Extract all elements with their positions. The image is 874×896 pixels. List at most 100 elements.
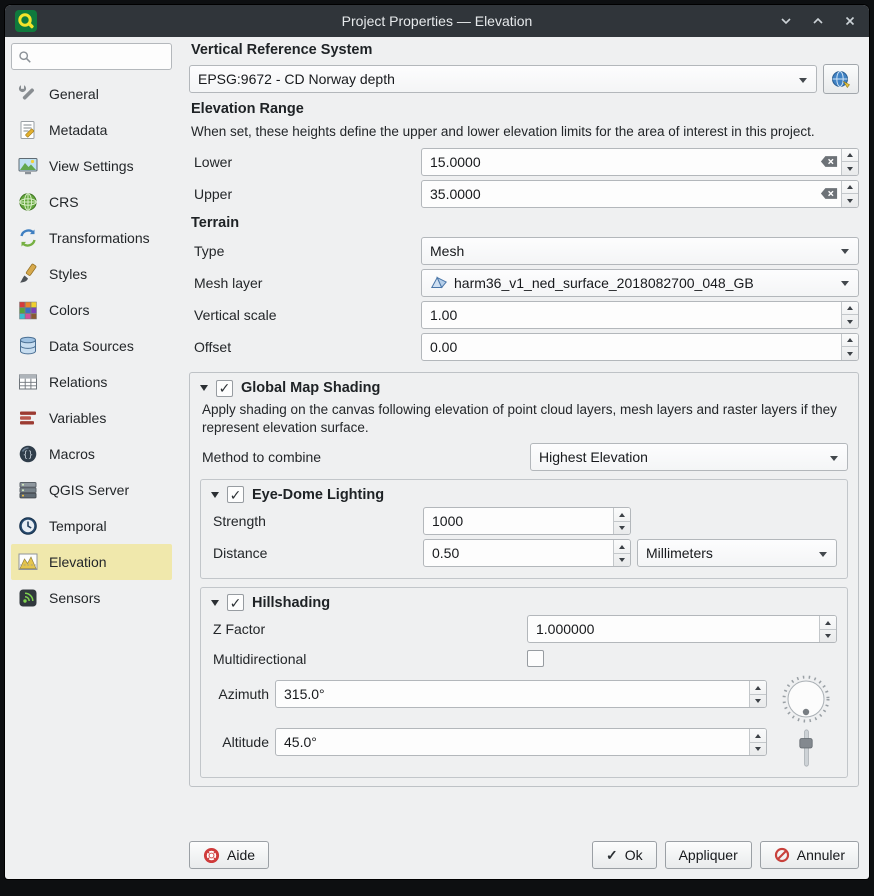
crs-globe-icon xyxy=(16,190,40,214)
search-input[interactable] xyxy=(37,49,165,64)
altitude-spinbox[interactable] xyxy=(275,728,767,756)
vrs-heading: Vertical Reference System xyxy=(191,42,859,58)
sidebar-item-label: Colors xyxy=(49,302,89,318)
sidebar-search[interactable] xyxy=(11,43,172,70)
vertical-scale-spinbox[interactable] xyxy=(421,301,859,329)
vrs-combo[interactable]: EPSG:9672 - CD Norway depth xyxy=(189,65,817,93)
offset-input[interactable] xyxy=(422,334,841,360)
collapse-arrow-icon[interactable] xyxy=(211,600,219,606)
distance-step-down[interactable] xyxy=(614,554,630,567)
lower-clear-button[interactable] xyxy=(817,149,841,175)
sidebar-item-general[interactable]: General xyxy=(11,76,172,112)
window-close-button[interactable] xyxy=(841,12,859,30)
lower-step-down[interactable] xyxy=(842,162,858,175)
upper-input[interactable] xyxy=(422,181,817,207)
ok-button[interactable]: ✓ Ok xyxy=(592,841,657,869)
distance-step-up[interactable] xyxy=(614,540,630,554)
azimuth-step-down[interactable] xyxy=(750,695,766,708)
offset-step-up[interactable] xyxy=(842,334,858,348)
altitude-step-down[interactable] xyxy=(750,743,766,756)
method-to-combine-combo[interactable]: Highest Elevation xyxy=(530,443,848,471)
azimuth-input[interactable] xyxy=(276,681,749,707)
terrain-type-combo[interactable]: Mesh xyxy=(421,237,859,265)
vertical-scale-label: Vertical scale xyxy=(189,307,421,323)
upper-step-down[interactable] xyxy=(842,194,858,207)
distance-unit-combo[interactable]: Millimeters xyxy=(637,539,837,567)
sidebar-item-transformations[interactable]: Transformations xyxy=(11,220,172,256)
strength-step-up[interactable] xyxy=(614,508,630,522)
azimuth-spinbox[interactable] xyxy=(275,680,767,708)
check-icon: ✓ xyxy=(606,848,618,862)
collapse-arrow-icon[interactable] xyxy=(200,385,208,391)
z-factor-spinbox[interactable] xyxy=(527,615,837,643)
view-settings-icon xyxy=(16,154,40,178)
terrain-type-value: Mesh xyxy=(430,243,464,259)
chevron-up-icon xyxy=(810,13,826,29)
z-factor-step-up[interactable] xyxy=(820,616,836,630)
sidebar-item-variables[interactable]: Variables xyxy=(11,400,172,436)
lower-step-up[interactable] xyxy=(842,149,858,163)
sidebar-item-sensors[interactable]: Sensors xyxy=(11,580,172,616)
distance-spinbox[interactable] xyxy=(423,539,631,567)
vertical-scale-step-up[interactable] xyxy=(842,302,858,316)
elevation-range-heading: Elevation Range xyxy=(191,101,859,117)
sidebar-item-elevation[interactable]: Elevation xyxy=(11,544,172,580)
apply-button-label: Appliquer xyxy=(679,847,738,863)
strength-step-down[interactable] xyxy=(614,522,630,535)
sidebar-item-relations[interactable]: Relations xyxy=(11,364,172,400)
azimuth-step-up[interactable] xyxy=(750,681,766,695)
sidebar-item-crs[interactable]: CRS xyxy=(11,184,172,220)
sidebar-item-data-sources[interactable]: Data Sources xyxy=(11,328,172,364)
altitude-input[interactable] xyxy=(276,729,749,755)
sidebar-item-styles[interactable]: Styles xyxy=(11,256,172,292)
global-map-shading-checkbox[interactable]: ✓ xyxy=(216,380,233,397)
lower-spinbox[interactable] xyxy=(421,148,859,176)
strength-spinbox[interactable] xyxy=(423,507,631,535)
sidebar-item-view-settings[interactable]: View Settings xyxy=(11,148,172,184)
apply-button[interactable]: Appliquer xyxy=(665,841,752,869)
terrain-heading: Terrain xyxy=(191,215,859,231)
distance-input[interactable] xyxy=(424,540,613,566)
mesh-layer-label: Mesh layer xyxy=(189,275,421,291)
lower-label: Lower xyxy=(189,154,421,170)
svg-text:{}: {} xyxy=(23,451,33,461)
database-icon xyxy=(16,334,40,358)
method-to-combine-value: Highest Elevation xyxy=(539,449,648,465)
eye-dome-lighting-checkbox[interactable]: ✓ xyxy=(227,486,244,503)
multidirectional-checkbox[interactable] xyxy=(527,650,544,667)
z-factor-step-down[interactable] xyxy=(820,630,836,643)
sidebar-item-label: Transformations xyxy=(49,230,150,246)
help-button[interactable]: Aide xyxy=(189,841,269,869)
sidebar-item-temporal[interactable]: Temporal xyxy=(11,508,172,544)
collapse-arrow-icon[interactable] xyxy=(211,492,219,498)
vertical-scale-input[interactable] xyxy=(422,302,841,328)
window-maximize-button[interactable] xyxy=(809,12,827,30)
strength-input[interactable] xyxy=(424,508,613,534)
sidebar-item-label: QGIS Server xyxy=(49,482,129,498)
sidebar-item-colors[interactable]: Colors xyxy=(11,292,172,328)
cancel-button[interactable]: Annuler xyxy=(760,841,859,869)
mesh-layer-combo[interactable]: harm36_v1_ned_surface_2018082700_048_GB xyxy=(421,269,859,297)
azimuth-dial[interactable] xyxy=(780,673,832,725)
altitude-slider[interactable] xyxy=(795,728,817,770)
sidebar-item-macros[interactable]: {} Macros xyxy=(11,436,172,472)
ok-button-label: Ok xyxy=(625,847,643,863)
mesh-layer-value: harm36_v1_ned_surface_2018082700_048_GB xyxy=(454,275,754,291)
altitude-step-up[interactable] xyxy=(750,729,766,743)
offset-step-down[interactable] xyxy=(842,347,858,360)
window-minimize-button[interactable] xyxy=(777,12,795,30)
lower-input[interactable] xyxy=(422,149,817,175)
sidebar-item-qgis-server[interactable]: QGIS Server xyxy=(11,472,172,508)
z-factor-input[interactable] xyxy=(528,616,819,642)
vertical-scale-step-down[interactable] xyxy=(842,315,858,328)
hillshading-checkbox[interactable]: ✓ xyxy=(227,594,244,611)
offset-spinbox[interactable] xyxy=(421,333,859,361)
upper-clear-button[interactable] xyxy=(817,181,841,207)
upper-step-up[interactable] xyxy=(842,181,858,195)
sidebar-item-label: CRS xyxy=(49,194,79,210)
elevation-range-description: When set, these heights define the upper… xyxy=(191,123,857,141)
sidebar-item-metadata[interactable]: Metadata xyxy=(11,112,172,148)
upper-spinbox[interactable] xyxy=(421,180,859,208)
titlebar[interactable]: Project Properties — Elevation xyxy=(5,5,869,37)
select-crs-button[interactable] xyxy=(823,64,859,94)
